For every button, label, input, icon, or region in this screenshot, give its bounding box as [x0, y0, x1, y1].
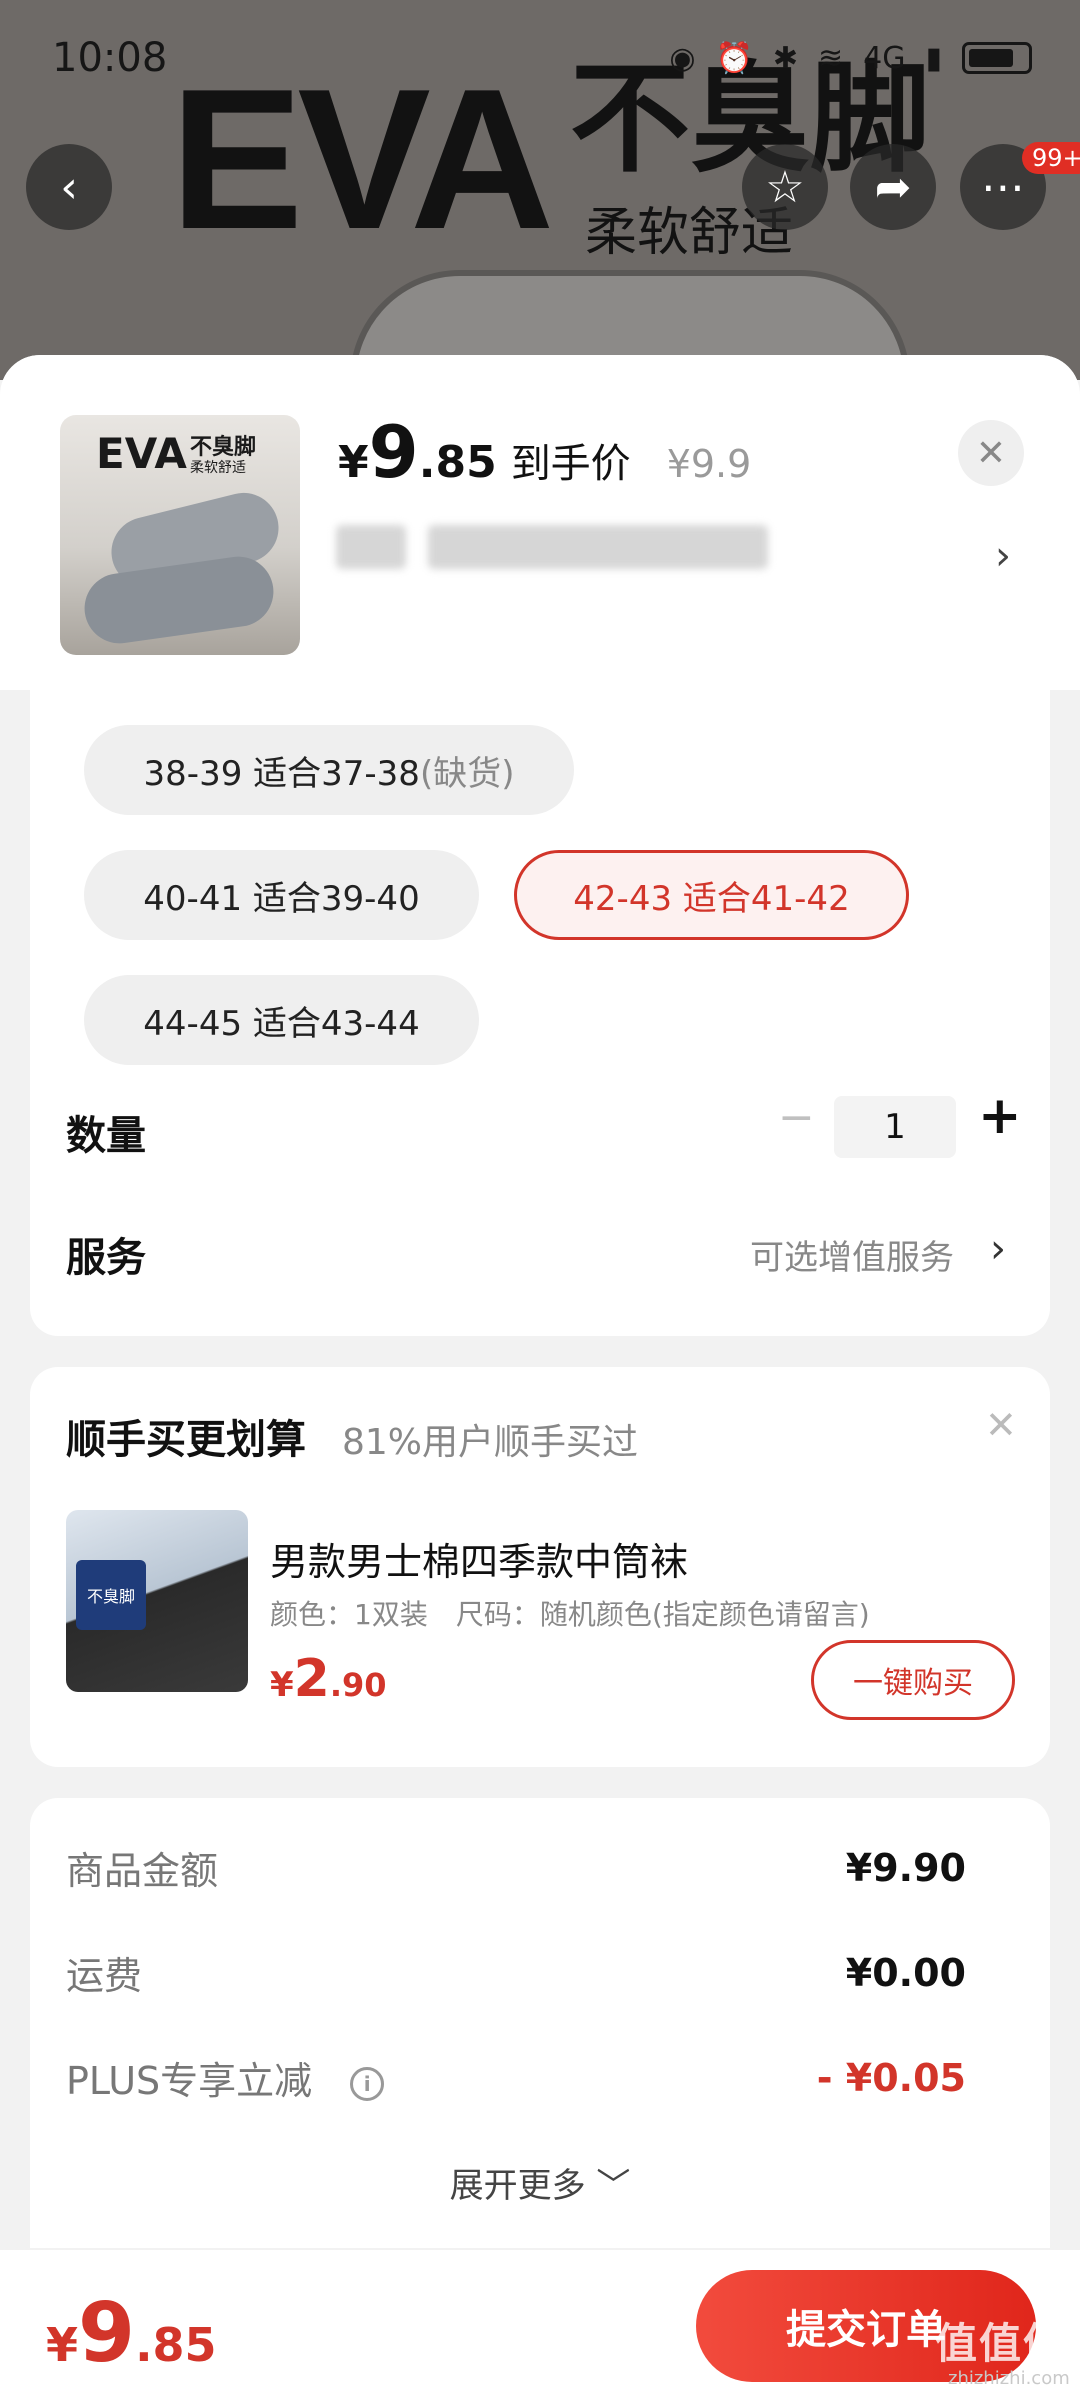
share-icon: ➦	[874, 161, 912, 213]
summary-row: 运费 ¥0.00	[66, 1945, 966, 2000]
quantity-input[interactable]: 1	[834, 1096, 956, 1158]
sheet-header: EVA 不臭脚 柔软舒适 ¥ 9 .85 到手价 ¥9.9 ✕ ›	[0, 355, 1080, 690]
status-time: 10:08	[52, 35, 168, 81]
favorite-button[interactable]: ☆	[742, 144, 828, 230]
status-bar: 10:08 ◉ ⏰ ✱ ≋ 4G ▮	[52, 28, 1032, 88]
summary-row: 商品金额 ¥9.90	[66, 1840, 966, 1895]
addon-card: 顺手买更划算 81%用户顺手买过 ✕ 不臭脚 男款男士棉四季款中筒袜 颜色：1双…	[30, 1367, 1050, 1767]
sock-product-image[interactable]: 不臭脚	[66, 1510, 248, 1692]
expand-more-button[interactable]: 展开更多 ﹀	[30, 2158, 1050, 2207]
chevron-right-icon[interactable]: ›	[990, 1226, 1006, 1272]
price-integer: 2	[293, 1649, 330, 1709]
chevron-right-icon[interactable]: ›	[995, 533, 1011, 579]
product-thumbnail[interactable]: EVA 不臭脚 柔软舒适	[60, 415, 300, 655]
size-option-label: 38-39 适合37-38	[143, 753, 420, 794]
size-option-label: 42-43 适合41-42	[573, 878, 850, 919]
summary-label: PLUS专享立减	[66, 2059, 313, 2103]
minus-icon[interactable]: −	[778, 1092, 815, 1143]
size-option[interactable]: 44-45 适合43-44	[84, 975, 479, 1065]
size-option-label: 40-41 适合39-40	[143, 878, 420, 919]
summary-label: 商品金额	[66, 1849, 219, 1893]
thumb-sub: 柔软舒适	[190, 460, 246, 476]
vibrate-icon: ✱	[772, 40, 798, 76]
watermark-logo: 值值值	[935, 2319, 1068, 2368]
price-integer: 9	[78, 2286, 136, 2381]
checkout-bar: ¥ 9 .85 提交订单	[0, 2250, 1080, 2400]
original-price: ¥9.9	[666, 442, 752, 486]
summary-value: ¥9.90	[845, 1845, 966, 1890]
notification-badge: 99+	[1022, 142, 1080, 174]
sock-image-tag: 不臭脚	[76, 1560, 146, 1630]
back-button[interactable]: ‹	[26, 144, 112, 230]
service-label: 服务	[66, 1235, 146, 1281]
price-decimal: .85	[135, 2318, 217, 2372]
chevron-left-icon: ‹	[60, 161, 78, 213]
size-option-label: 44-45 适合43-44	[143, 1003, 420, 1044]
banner-brand: EVA	[170, 48, 554, 271]
summary-discount-value: - ¥0.05	[816, 2055, 966, 2100]
price-symbol: ¥	[270, 1665, 294, 1705]
alarm-icon: ⏰	[715, 40, 753, 76]
options-card: 38-39 适合37-38 (缺货) 40-41 适合39-40 42-43 适…	[30, 690, 1050, 1336]
summary-row: PLUS专享立减 i - ¥0.05	[66, 2050, 966, 2105]
close-icon[interactable]: ✕	[985, 1403, 1017, 1447]
blurred-selection-summary[interactable]	[336, 525, 768, 569]
addon-item-price: ¥ 2 .90	[270, 1649, 387, 1709]
price-decimal: .85	[418, 437, 497, 488]
price-symbol: ¥	[338, 437, 369, 488]
signal-label: 4G	[863, 40, 906, 76]
price-integer: 9	[368, 410, 419, 494]
size-option-selected[interactable]: 42-43 适合41-42	[514, 850, 909, 940]
close-icon: ✕	[975, 432, 1007, 474]
summary-label-wrap: PLUS专享立减 i	[66, 2050, 385, 2105]
watermark-url: zhizhizhi.com	[948, 2368, 1070, 2389]
battery-icon	[962, 42, 1032, 74]
quantity-label: 数量	[66, 1113, 146, 1159]
addon-subtitle: 81%用户顺手买过	[342, 1422, 639, 1463]
slipper-image	[80, 552, 278, 648]
price-summary: 商品金额 ¥9.90 运费 ¥0.00 PLUS专享立减 i - ¥0.05 展…	[30, 1798, 1050, 2248]
signal-icon: ▮	[925, 40, 942, 76]
size-option[interactable]: 40-41 适合39-40	[84, 850, 479, 940]
eye-icon: ◉	[669, 40, 696, 76]
summary-label: 运费	[66, 1954, 143, 1998]
service-value[interactable]: 可选增值服务	[750, 1230, 954, 1279]
share-button[interactable]: ➦	[850, 144, 936, 230]
price-row: ¥ 9 .85 到手价 ¥9.9	[338, 410, 751, 494]
star-icon: ☆	[765, 161, 805, 213]
status-icons: ◉ ⏰ ✱ ≋ 4G ▮	[669, 41, 1032, 76]
blurred-text	[336, 525, 406, 569]
thumb-brand: EVA	[96, 429, 187, 478]
wifi-icon: ≋	[818, 40, 844, 76]
total-price: ¥ 9 .85	[46, 2286, 217, 2381]
blurred-text	[428, 525, 768, 569]
out-of-stock-note: (缺货)	[419, 753, 515, 794]
sku-sheet: EVA 不臭脚 柔软舒适 ¥ 9 .85 到手价 ¥9.9 ✕ › 38-39 …	[0, 355, 1080, 2400]
info-icon[interactable]: i	[350, 2066, 385, 2101]
price-symbol: ¥	[46, 2318, 79, 2372]
addon-item-name[interactable]: 男款男士棉四季款中筒袜	[270, 1531, 688, 1586]
one-click-buy-button[interactable]: 一键购买	[811, 1640, 1015, 1720]
addon-item-spec: 颜色：1双装 尺码：随机颜色(指定颜色请留言)	[270, 1598, 870, 1631]
plus-icon[interactable]: +	[978, 1086, 1022, 1146]
close-button[interactable]: ✕	[958, 420, 1024, 486]
size-option[interactable]: 38-39 适合37-38 (缺货)	[84, 725, 574, 815]
more-dots-icon: ⋯	[981, 161, 1025, 213]
summary-value: ¥0.00	[845, 1950, 966, 1995]
addon-title: 顺手买更划算	[66, 1417, 306, 1463]
price-decimal: .90	[329, 1666, 387, 1704]
price-tag: 到手价	[510, 441, 631, 487]
product-banner: EVA 不臭脚 柔软舒适 10:08 ◉ ⏰ ✱ ≋ 4G ▮ ‹ ☆ ➦ ⋯ …	[0, 0, 1080, 380]
